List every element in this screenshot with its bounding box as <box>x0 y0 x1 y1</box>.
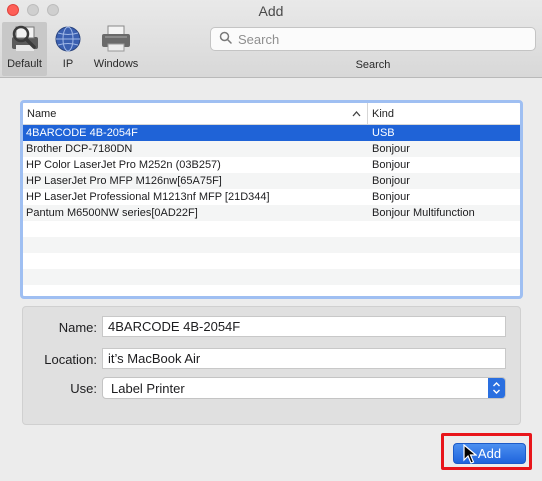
printer-kind-cell: Bonjour <box>372 159 410 171</box>
name-label: Name: <box>58 320 97 335</box>
printer-name-cell: HP LaserJet Professional M1213nf MFP [21… <box>26 191 270 203</box>
table-row[interactable]: HP LaserJet Pro MFP M126nw[65A75F] Bonjo… <box>23 173 520 189</box>
tool-windows-label: Windows <box>93 58 139 70</box>
table-row[interactable]: 4BARCODE 4B-2054F USB <box>23 125 520 141</box>
printer-kind-cell: Bonjour <box>372 143 410 155</box>
table-row[interactable]: Brother DCP-7180DN Bonjour <box>23 141 520 157</box>
empty-row <box>23 269 520 285</box>
default-printer-icon <box>7 22 43 56</box>
windows-printer-icon <box>98 22 134 56</box>
printer-kind-cell: Bonjour <box>372 175 410 187</box>
table-row[interactable]: HP LaserJet Professional M1213nf MFP [21… <box>23 189 520 205</box>
printer-name-cell: HP LaserJet Pro MFP M126nw[65A75F] <box>26 175 222 187</box>
search-area: Search <box>210 27 536 71</box>
location-field[interactable]: it’s MacBook Air <box>102 348 506 369</box>
empty-row <box>23 237 520 253</box>
column-header-name-label: Name <box>27 107 57 120</box>
use-select-value: Label Printer <box>111 380 185 396</box>
sort-ascending-icon <box>352 108 361 120</box>
toolbar: Add Default IP Windows Search Search <box>0 0 542 78</box>
printer-details-panel: Name: 4BARCODE 4B-2054F Location: it’s M… <box>22 306 521 425</box>
printer-name-cell: 4BARCODE 4B-2054F <box>26 127 138 139</box>
empty-row <box>23 285 520 296</box>
table-row[interactable]: Pantum M6500NW series[0AD22F] Bonjour Mu… <box>23 205 520 221</box>
name-field[interactable]: 4BARCODE 4B-2054F <box>102 316 506 337</box>
tool-default-label: Default <box>7 58 42 70</box>
printer-table[interactable]: Name Kind 4BARCODE 4B-2054F USB Brother … <box>20 100 523 299</box>
globe-icon <box>50 22 86 56</box>
use-select[interactable]: Label Printer <box>102 377 506 399</box>
column-header-name[interactable]: Name <box>23 103 368 124</box>
table-header: Name Kind <box>23 103 520 125</box>
printer-kind-cell: Bonjour <box>372 191 410 203</box>
tool-windows[interactable]: Windows <box>90 22 142 76</box>
search-icon <box>219 31 232 47</box>
tool-ip[interactable]: IP <box>50 22 86 76</box>
search-label: Search <box>355 59 391 71</box>
location-label: Location: <box>44 352 97 367</box>
table-body: 4BARCODE 4B-2054F USB Brother DCP-7180DN… <box>23 125 520 296</box>
empty-row <box>23 221 520 237</box>
use-label: Use: <box>70 381 97 396</box>
window-title: Add <box>258 3 284 19</box>
column-header-kind-label: Kind <box>372 107 395 120</box>
search-field[interactable] <box>210 27 536 51</box>
printer-name-cell: HP Color LaserJet Pro M252n (03B257) <box>26 159 221 171</box>
column-header-kind[interactable]: Kind <box>368 103 394 124</box>
pointer-cursor-icon <box>463 443 478 467</box>
search-input[interactable] <box>238 31 518 47</box>
printer-kind-cell: Bonjour Multifunction <box>372 207 475 219</box>
tool-ip-label: IP <box>62 58 74 70</box>
printer-kind-cell: USB <box>372 127 395 139</box>
table-row[interactable]: HP Color LaserJet Pro M252n (03B257) Bon… <box>23 157 520 173</box>
empty-row <box>23 253 520 269</box>
popup-chevron-icon <box>488 378 505 398</box>
printer-name-cell: Pantum M6500NW series[0AD22F] <box>26 207 198 219</box>
tool-default[interactable]: Default <box>2 22 47 76</box>
printer-name-cell: Brother DCP-7180DN <box>26 143 133 155</box>
